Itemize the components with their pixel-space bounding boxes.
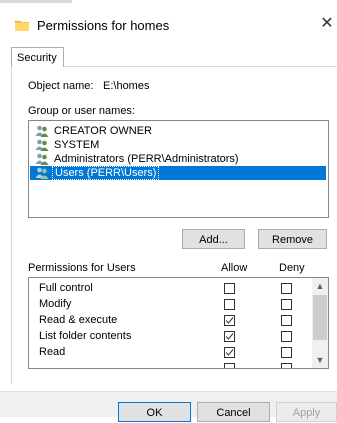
scroll-up-icon[interactable]: ▲	[312, 278, 328, 294]
deny-checkbox[interactable]	[281, 315, 292, 326]
user-item-administrators[interactable]: Administrators (PERR\Administrators)	[30, 152, 326, 166]
group-names-label: Group or user names:	[28, 105, 135, 117]
scroll-down-icon[interactable]: ▼	[312, 352, 328, 368]
apply-button[interactable]: Apply	[276, 402, 337, 422]
user-item-label: SYSTEM	[54, 139, 100, 151]
check-icon	[225, 349, 234, 356]
permissions-title: Permissions for Users	[28, 262, 136, 274]
deny-checkbox[interactable]	[281, 283, 292, 294]
close-icon: ✕	[320, 15, 334, 32]
users-icon	[35, 139, 49, 151]
allow-checkbox[interactable]	[224, 331, 235, 342]
permission-row-partial	[29, 361, 312, 368]
add-button[interactable]: Add...	[182, 229, 245, 249]
allow-header: Allow	[221, 262, 248, 274]
user-item-label: Administrators (PERR\Administrators)	[54, 153, 239, 165]
allow-checkbox[interactable]	[224, 347, 235, 358]
user-item-label: CREATOR OWNER	[54, 125, 152, 137]
users-icon	[35, 153, 49, 165]
permission-row-list-folder-contents: List folder contents	[29, 329, 312, 345]
allow-checkbox[interactable]	[224, 363, 235, 368]
user-item-users[interactable]: Users (PERR\Users)	[30, 166, 326, 180]
remove-button[interactable]: Remove	[258, 229, 327, 249]
permissions-list: Full control Modify Read & execute List …	[28, 277, 329, 369]
allow-checkbox[interactable]	[224, 283, 235, 294]
tab-security-label: Security	[17, 52, 57, 64]
users-icon	[35, 167, 49, 179]
permission-name: Full control	[39, 282, 93, 294]
permission-row-modify: Modify	[29, 297, 312, 313]
permission-name: Read	[39, 346, 66, 358]
window-title: Permissions for homes	[37, 18, 170, 33]
allow-checkbox[interactable]	[224, 315, 235, 326]
close-button[interactable]: ✕	[318, 14, 336, 34]
permission-name: Read & execute	[39, 314, 118, 326]
check-icon	[225, 333, 234, 340]
check-icon	[225, 317, 234, 324]
allow-checkbox[interactable]	[224, 299, 235, 310]
deny-checkbox[interactable]	[281, 347, 292, 358]
user-item-label: Users (PERR\Users)	[52, 166, 160, 180]
permission-row-read-execute: Read & execute	[29, 313, 312, 329]
deny-checkbox[interactable]	[281, 363, 292, 368]
object-name-label: Object name:	[28, 80, 94, 92]
deny-checkbox[interactable]	[281, 299, 292, 310]
permission-row-full-control: Full control	[29, 281, 312, 297]
ok-button[interactable]: OK	[118, 402, 191, 422]
cancel-button[interactable]: Cancel	[197, 402, 270, 422]
permissions-scrollbar[interactable]: ▲ ▼	[312, 278, 328, 368]
deny-checkbox[interactable]	[281, 331, 292, 342]
deny-header: Deny	[279, 262, 305, 274]
permission-name: Modify	[39, 298, 72, 310]
user-list[interactable]: CREATOR OWNER SYSTEM Administrators (PER…	[28, 120, 329, 218]
user-item-system[interactable]: SYSTEM	[30, 138, 326, 152]
title-bar: Permissions for homes ✕	[0, 0, 337, 38]
object-name-value: E:\homes	[103, 80, 150, 92]
tab-security[interactable]: Security	[11, 47, 64, 67]
folder-icon	[14, 20, 30, 32]
title-bar-edge	[0, 0, 72, 3]
permission-row-read: Read	[29, 345, 312, 361]
scroll-thumb[interactable]	[313, 295, 327, 340]
users-icon	[35, 125, 49, 137]
user-item-creator-owner[interactable]: CREATOR OWNER	[30, 124, 326, 138]
permission-name: List folder contents	[39, 330, 132, 342]
dialog-footer: OK Cancel Apply	[0, 391, 337, 422]
